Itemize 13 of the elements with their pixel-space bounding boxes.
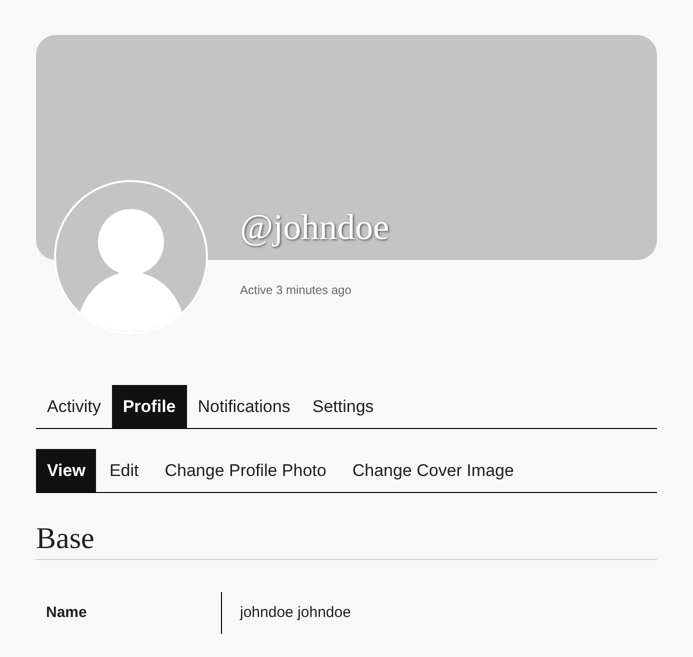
profile-tab[interactable]: Notifications xyxy=(186,385,302,428)
username: @johndoe xyxy=(240,206,390,249)
field-label: Name xyxy=(45,602,88,623)
subnav-tab[interactable]: Edit xyxy=(96,449,152,492)
last-active-text: Active 3 minutes ago xyxy=(240,283,352,297)
subnav-tab[interactable]: Change Cover Image xyxy=(339,449,527,492)
subnav-tab[interactable]: View xyxy=(36,449,96,492)
subnav-tab[interactable]: Change Profile Photo xyxy=(152,449,340,492)
profile-tab[interactable]: Profile xyxy=(112,385,187,428)
field-value: johndoe johndoe xyxy=(238,602,351,623)
section-heading: Base xyxy=(36,521,96,557)
profile-tab[interactable]: Settings xyxy=(301,385,385,428)
profile-tab[interactable]: Activity xyxy=(36,385,112,428)
